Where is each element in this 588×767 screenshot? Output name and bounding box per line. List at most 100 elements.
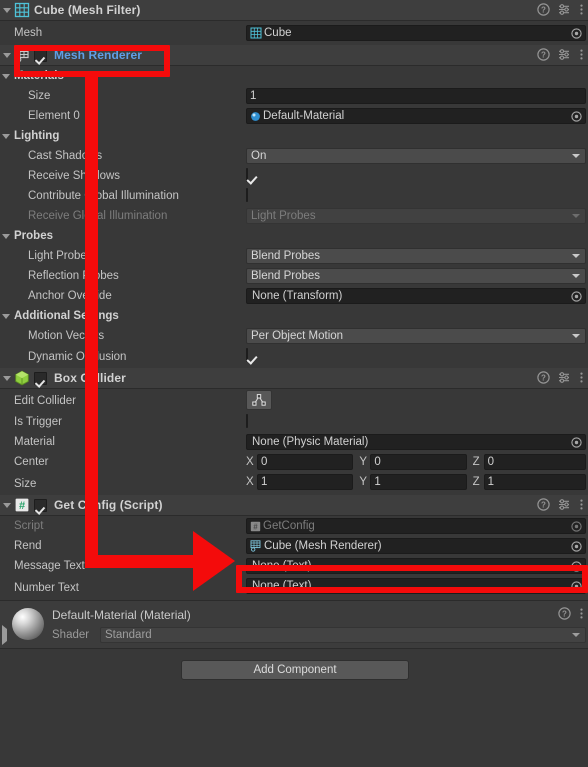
element0-field[interactable]: Default-Material <box>246 108 586 124</box>
material-preview-block: Default-Material (Material) Shader Stand… <box>0 600 588 648</box>
center-z-input[interactable]: 0 <box>483 454 586 470</box>
foldout-mesh-renderer[interactable] <box>0 45 14 66</box>
row-contribute-gi: Contribute Global Illumination <box>0 186 588 206</box>
contribute-gi-field <box>246 188 586 205</box>
anchor-override-field[interactable]: None (Transform) <box>246 288 586 304</box>
preset-icon[interactable] <box>558 371 571 387</box>
cast-shadows-value: On <box>251 150 267 162</box>
component-enabled-checkbox[interactable] <box>34 498 47 512</box>
material-header-icons: ? <box>558 607 584 623</box>
kebab-menu-icon[interactable] <box>579 607 584 623</box>
row-number-text: Number Text None (Text) <box>0 576 588 600</box>
script-icon: # <box>14 497 30 513</box>
help-icon[interactable]: ? <box>537 497 550 514</box>
preset-icon[interactable] <box>558 3 571 19</box>
is-trigger-checkbox[interactable] <box>246 414 248 428</box>
foldout-material-preview[interactable] <box>2 625 7 645</box>
size-x-input[interactable]: 1 <box>257 474 354 490</box>
add-component-button[interactable]: Add Component <box>181 660 409 680</box>
light-probes-value: Blend Probes <box>251 250 321 262</box>
kebab-menu-icon[interactable] <box>579 48 584 64</box>
group-label: Additional Settings <box>14 310 119 322</box>
reflection-probes-dropdown[interactable]: Blend Probes <box>246 268 586 284</box>
mesh-field[interactable]: Cube <box>246 25 586 41</box>
receive-shadows-field <box>246 168 586 185</box>
svg-text:?: ? <box>541 373 546 382</box>
object-picker-icon[interactable] <box>569 435 584 449</box>
preset-icon[interactable] <box>558 48 571 64</box>
component-enabled-checkbox[interactable] <box>34 371 47 385</box>
material-preview-sphere <box>12 608 44 640</box>
center-y-input[interactable]: 0 <box>370 454 467 470</box>
kebab-menu-icon[interactable] <box>579 3 584 19</box>
help-icon[interactable]: ? <box>537 47 550 64</box>
mesh-filter-icon <box>14 2 30 18</box>
object-picker-icon[interactable] <box>569 559 584 573</box>
center-x-input[interactable]: 0 <box>257 454 354 470</box>
edit-collider-button[interactable] <box>246 390 272 410</box>
row-center: Center X0 Y0 Z0 <box>0 452 588 472</box>
kebab-menu-icon[interactable] <box>579 498 584 514</box>
contribute-gi-checkbox[interactable] <box>246 188 248 202</box>
group-additional-settings[interactable]: Additional Settings <box>0 306 588 326</box>
row-label: Material <box>14 436 55 448</box>
row-label: Motion Vectors <box>28 330 105 342</box>
size-vector3[interactable]: X1 Y1 Z1 <box>246 474 586 490</box>
number-text-field[interactable]: None (Text) <box>246 578 586 594</box>
script-field: # GetConfig <box>246 518 586 534</box>
foldout-get-config[interactable] <box>0 495 14 516</box>
row-element-0: Element 0 Default-Material <box>0 106 588 126</box>
shader-dropdown[interactable]: Standard <box>100 627 586 643</box>
component-header-mesh-filter[interactable]: Cube (Mesh Filter) ? <box>0 0 588 21</box>
dynamic-occlusion-field <box>246 348 586 365</box>
row-reflection-probes: Reflection Probes Blend Probes <box>0 266 588 286</box>
group-probes[interactable]: Probes <box>0 226 588 246</box>
row-rend: Rend Cube (Mesh Renderer) <box>0 536 588 556</box>
object-picker-icon[interactable] <box>569 579 584 593</box>
chevron-down-icon <box>572 334 580 338</box>
chevron-down-icon <box>572 633 580 637</box>
size-z-input[interactable]: 1 <box>483 474 586 490</box>
svg-text:?: ? <box>541 5 546 14</box>
box-collider-icon <box>14 370 30 386</box>
help-icon[interactable]: ? <box>537 2 550 19</box>
anchor-override-value: None (Transform) <box>252 290 343 302</box>
physic-material-field[interactable]: None (Physic Material) <box>246 434 586 450</box>
object-picker-icon[interactable] <box>569 26 584 40</box>
center-vector3[interactable]: X0 Y0 Z0 <box>246 454 586 470</box>
component-header-get-config[interactable]: # Get Config (Script) ? <box>0 495 588 516</box>
motion-vectors-dropdown[interactable]: Per Object Motion <box>246 328 586 344</box>
row-label: Cast Shadows <box>28 150 103 162</box>
receive-shadows-checkbox[interactable] <box>246 168 248 182</box>
unity-inspector-panel: Cube (Mesh Filter) ? Mesh Cube Mesh Rend… <box>0 0 588 767</box>
foldout-box-collider[interactable] <box>0 368 14 389</box>
svg-text:?: ? <box>541 500 546 509</box>
component-enabled-checkbox[interactable] <box>34 48 47 62</box>
size-field[interactable]: 1 <box>246 88 586 104</box>
row-receive-shadows: Receive Shadows <box>0 166 588 186</box>
object-picker-icon[interactable] <box>569 539 584 553</box>
row-label: Mesh <box>14 27 43 39</box>
group-materials[interactable]: Materials <box>0 66 588 86</box>
component-header-mesh-renderer[interactable]: Mesh Renderer ? <box>0 45 588 66</box>
row-motion-vectors: Motion Vectors Per Object Motion <box>0 326 588 346</box>
group-lighting[interactable]: Lighting <box>0 126 588 146</box>
light-probes-dropdown[interactable]: Blend Probes <box>246 248 586 264</box>
component-header-box-collider[interactable]: Box Collider ? <box>0 368 588 389</box>
kebab-menu-icon[interactable] <box>579 371 584 387</box>
dynamic-occlusion-checkbox[interactable] <box>246 348 248 362</box>
object-picker-icon[interactable] <box>569 109 584 123</box>
preset-icon[interactable] <box>558 498 571 514</box>
material-icon <box>250 111 261 122</box>
receive-gi-value: Light Probes <box>251 210 316 222</box>
row-anchor-override: Anchor Override None (Transform) <box>0 286 588 306</box>
object-picker-icon[interactable] <box>569 289 584 303</box>
message-text-field[interactable]: None (Text) <box>246 558 586 574</box>
help-icon[interactable]: ? <box>558 607 571 623</box>
size-y-input[interactable]: 1 <box>370 474 467 490</box>
foldout-mesh-filter[interactable] <box>0 0 14 21</box>
cast-shadows-dropdown[interactable]: On <box>246 148 586 164</box>
help-icon[interactable]: ? <box>537 370 550 387</box>
group-label: Lighting <box>14 130 60 142</box>
rend-field[interactable]: Cube (Mesh Renderer) <box>246 538 586 554</box>
